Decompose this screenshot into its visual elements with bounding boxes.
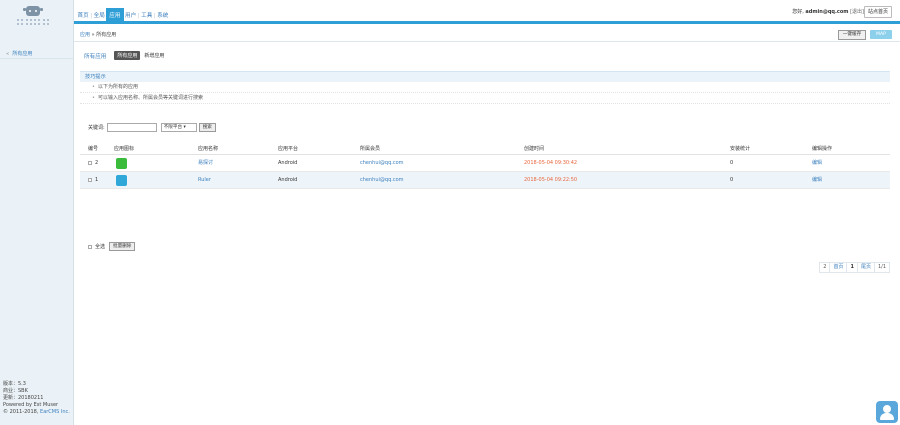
- nav-global[interactable]: 全局: [92, 8, 106, 24]
- row-checkbox[interactable]: [88, 177, 92, 182]
- logo-eye: [35, 10, 37, 12]
- cache-button[interactable]: 一键缓存: [838, 30, 866, 40]
- user-greeting: 您好,: [792, 9, 804, 15]
- table-row: 1 Ruler Android chenhui@qq.com 2018-05-0…: [80, 172, 890, 189]
- app-icon: [116, 158, 127, 169]
- table-row: 2 易探讨 Android chenhui@qq.com 2018-05-04 …: [80, 155, 890, 172]
- sub-nav: 所有应用 所有应用 新增应用: [84, 51, 164, 60]
- col-platform: 应用平台: [278, 146, 299, 152]
- created-time: 2018-05-04 09:22:50: [524, 177, 578, 183]
- nav-users[interactable]: 用户: [124, 8, 138, 24]
- main-content: 所有应用 所有应用 新增应用 技巧提示 • 以下为所有的应用 • 可以输入应用名称、…: [74, 43, 900, 425]
- tab-new-app[interactable]: 新增应用: [144, 52, 164, 59]
- breadcrumb: 应用 » 所有应用: [80, 31, 116, 38]
- select-all-label[interactable]: 全选: [95, 243, 105, 250]
- sidebar-item-all-apps[interactable]: < 所有应用: [0, 49, 74, 59]
- top-bar: 首页 | 全局 应用 用户 | 工具 | 系统 您好, admin@qq.com [退…: [74, 0, 900, 24]
- app-platform: Android: [278, 177, 298, 183]
- app-icon: [116, 175, 127, 186]
- tip-line: • 以下为所有的应用: [80, 82, 890, 93]
- user-area: 您好, admin@qq.com [退出]: [792, 8, 864, 15]
- select-all-checkbox[interactable]: [88, 244, 92, 249]
- update-text: 更新：20180211: [3, 395, 44, 401]
- pager-last[interactable]: 尾页: [856, 262, 875, 273]
- edition-text: 商业：SBK: [3, 388, 28, 394]
- app-platform: Android: [278, 160, 298, 166]
- pagination: 2 首页 1 尾页 1/1: [819, 262, 890, 273]
- sidebar: < 所有应用 版本：5.3 商业：SBK 更新：20180211 Powered …: [0, 0, 74, 425]
- support-chat-icon[interactable]: [876, 401, 898, 423]
- app-name-link[interactable]: Ruler: [198, 172, 211, 189]
- row-checkbox[interactable]: [88, 160, 92, 165]
- chevron-down-icon: ▾: [183, 125, 186, 130]
- member-link[interactable]: chenhui@qq.com: [360, 172, 404, 189]
- section-title: 所有应用: [84, 53, 107, 60]
- tips-box: 技巧提示 • 以下为所有的应用 • 可以输入应用名称、所属会员等关键词进行搜索: [80, 71, 890, 115]
- created-time: 2018-05-04 09:30:42: [524, 160, 578, 166]
- col-name: 应用名称: [198, 146, 219, 152]
- copyright-text: © 2011-2018, EarCMS Inc.: [3, 409, 70, 415]
- version-text: 版本：5.3: [3, 381, 26, 387]
- user-email: admin@qq.com: [805, 9, 849, 15]
- edit-link[interactable]: 编辑: [812, 172, 822, 189]
- col-time: 创建时间: [524, 146, 545, 152]
- tab-all-apps[interactable]: 所有应用: [114, 51, 141, 60]
- nav-tools[interactable]: 工具: [140, 8, 154, 24]
- map-button[interactable]: MAP: [870, 30, 892, 39]
- apps-table: 编号 应用图标 应用名称 应用平台 所属会员 创建时间 安装统计 编辑操作 2 …: [80, 143, 890, 189]
- breadcrumb-bar: 应用 » 所有应用 一键缓存 MAP: [74, 27, 900, 42]
- col-installs: 安装统计: [730, 146, 751, 152]
- sidebar-footer: 版本：5.3 商业：SBK 更新：20180211 Powered by Est…: [3, 381, 70, 416]
- col-icon: 应用图标: [114, 146, 135, 152]
- nav-system[interactable]: 系统: [156, 8, 170, 24]
- col-member: 所属会员: [360, 146, 381, 152]
- row-id: 1: [95, 177, 99, 183]
- bulk-actions: 全选 批量删除: [88, 242, 136, 251]
- row-id: 2: [95, 160, 99, 166]
- earcms-logo[interactable]: [16, 6, 50, 28]
- logo-ear: [23, 8, 26, 11]
- logout-link[interactable]: [退出]: [850, 9, 864, 15]
- nav-apps[interactable]: 应用: [106, 8, 124, 24]
- table-header: 编号 应用图标 应用名称 应用平台 所属会员 创建时间 安装统计 编辑操作: [80, 143, 890, 155]
- nav-home[interactable]: 首页: [76, 8, 90, 24]
- logo-eye: [29, 10, 31, 12]
- platform-select[interactable]: 不限平台 ▾: [160, 123, 197, 132]
- install-count: 0: [730, 177, 734, 183]
- search-button[interactable]: 搜索: [198, 123, 216, 132]
- member-link[interactable]: chenhui@qq.com: [360, 155, 404, 172]
- breadcrumb-root[interactable]: 应用: [80, 32, 90, 38]
- main-nav: 首页 | 全局 应用 用户 | 工具 | 系统: [76, 8, 170, 24]
- logo-mascot: [26, 6, 40, 16]
- edit-link[interactable]: 编辑: [812, 155, 822, 172]
- site-home-button[interactable]: 站点首页: [864, 6, 892, 18]
- logo-ear: [40, 8, 43, 11]
- pager-status: 1/1: [873, 262, 890, 273]
- tips-title: 技巧提示: [80, 71, 890, 82]
- sidebar-item-label: 所有应用: [12, 51, 33, 57]
- bulk-delete-button[interactable]: 批量删除: [109, 242, 136, 251]
- install-count: 0: [730, 160, 734, 166]
- col-action: 编辑操作: [812, 146, 833, 152]
- logo-text-dots: [17, 19, 49, 21]
- search-bar: 关键词: 不限平台 ▾ 搜索: [88, 123, 216, 132]
- breadcrumb-separator: »: [91, 32, 95, 38]
- col-id: 编号: [88, 146, 99, 152]
- keyword-label: 关键词:: [88, 125, 105, 131]
- tip-line: • 可以输入应用名称、所属会员等关键词进行搜索: [80, 93, 890, 104]
- logo-text-dots: [17, 23, 49, 25]
- app-name-link[interactable]: 易探讨: [198, 155, 213, 172]
- breadcrumb-current: 所有应用: [96, 32, 117, 38]
- keyword-input[interactable]: [106, 123, 157, 132]
- chevron-left-icon: <: [6, 51, 10, 56]
- pager-first[interactable]: 首页: [829, 262, 848, 273]
- copyright-link[interactable]: EarCMS Inc.: [40, 409, 70, 415]
- powered-by-text: Powered by Est Muser: [3, 402, 59, 408]
